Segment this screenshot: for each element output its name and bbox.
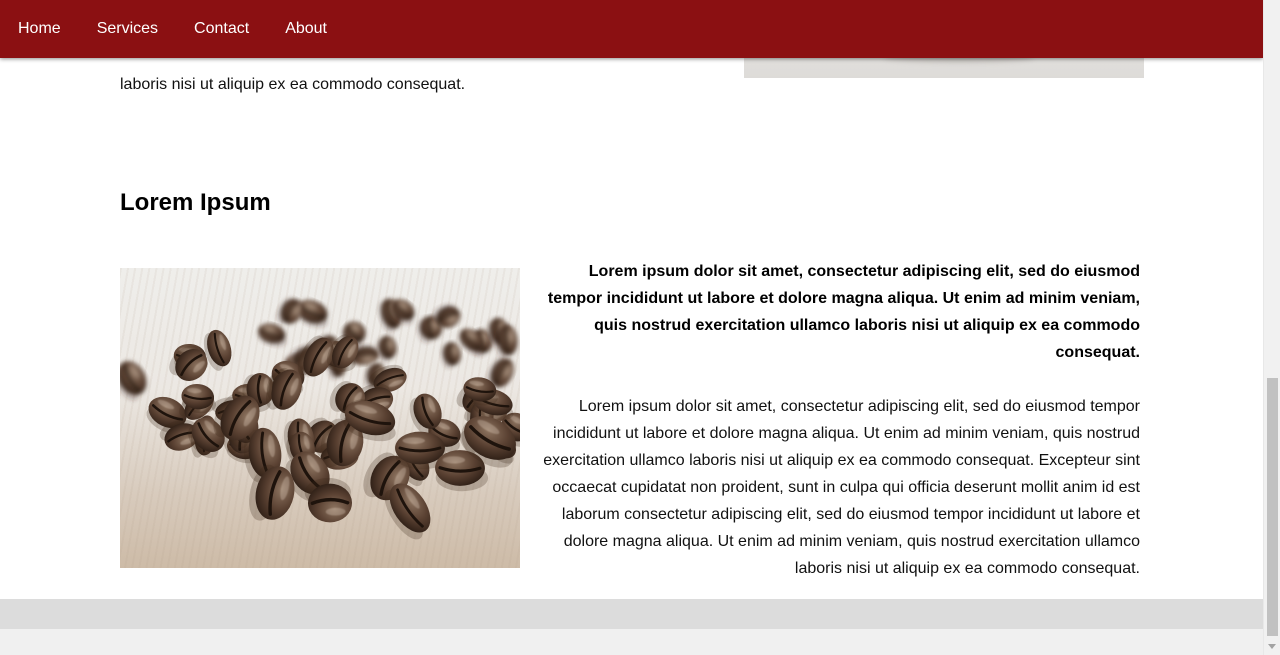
coffee-bean [257,323,287,347]
page-viewport: Home Services Contact About laboris labo… [0,0,1263,655]
nav-link-services[interactable]: Services [97,0,158,58]
nav-link-home[interactable]: Home [18,0,61,58]
section-lead-paragraph: Lorem ipsum dolor sit amet, consectetur … [547,263,1140,361]
nav-link-about[interactable]: About [285,0,327,58]
top-navbar: Home Services Contact About [0,0,1263,58]
footer-bottom [0,629,1263,655]
nav-link-contact[interactable]: Contact [194,0,249,58]
coffee-beans-image [120,268,520,568]
section-text-column: Lorem ipsum dolor sit amet, consectetur … [540,258,1140,582]
coffee-bean [376,335,397,363]
coffee-bean [276,297,303,324]
footer-bar [0,599,1263,629]
coffee-bean [120,361,147,401]
coffee-beans-illustration [120,297,520,540]
coffee-bean [441,342,461,369]
previous-section-text-tail: laboris nisi ut aliquip ex ea commodo co… [120,76,466,93]
section-title: Lorem Ipsum [120,189,271,216]
section-body-paragraph: Lorem ipsum dolor sit amet, consectetur … [543,398,1140,577]
scrollbar-thumb[interactable] [1267,378,1278,636]
vertical-scrollbar[interactable] [1263,0,1280,655]
scroll-down-arrow-icon[interactable] [1268,644,1276,649]
coffee-bean [304,477,353,523]
